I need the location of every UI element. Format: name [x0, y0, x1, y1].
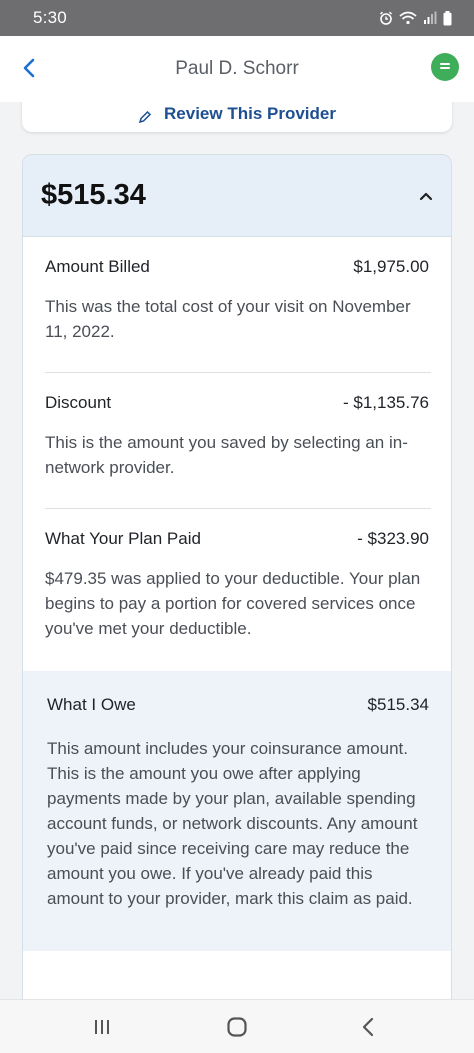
- claim-details-content[interactable]: Review This Provider $515.34 Amount Bill…: [0, 102, 474, 999]
- claim-summary-header[interactable]: $515.34: [23, 155, 451, 237]
- plan-paid-row: What Your Plan Paid - $323.90: [45, 529, 429, 549]
- amount-billed-section: Amount Billed $1,975.00 This was the tot…: [23, 237, 451, 372]
- app-header: Paul D. Schorr: [0, 36, 474, 102]
- chevron-up-icon[interactable]: [415, 185, 437, 207]
- amount-billed-value: $1,975.00: [353, 257, 429, 276]
- signal-icon: [424, 11, 437, 24]
- amount-billed-label: Amount Billed: [45, 257, 150, 276]
- nav-back-button[interactable]: [352, 1012, 384, 1042]
- claim-summary-card: $515.34 Amount Billed $1,975.00 This was…: [22, 154, 452, 999]
- home-icon: [227, 1017, 247, 1037]
- discount-value: - $1,135.76: [342, 393, 429, 412]
- plan-paid-section: What Your Plan Paid - $323.90 $479.35 wa…: [23, 509, 451, 671]
- home-button[interactable]: [219, 1012, 255, 1042]
- recent-apps-button[interactable]: [84, 1014, 120, 1040]
- plan-paid-description: $479.35 was applied to your deductible. …: [45, 569, 421, 638]
- recent-apps-icon: [95, 1020, 109, 1034]
- system-nav-bar: [0, 999, 474, 1053]
- wifi-icon: [399, 11, 417, 25]
- discount-section: Discount - $1,135.76 This is the amount …: [23, 373, 451, 508]
- review-provider-label: Review This Provider: [164, 104, 336, 123]
- amount-billed-row: Amount Billed $1,975.00: [45, 257, 429, 277]
- what-i-owe-label: What I Owe: [47, 695, 136, 714]
- status-icons: [379, 10, 452, 26]
- what-i-owe-value: $515.34: [367, 695, 429, 714]
- status-time: 5:30: [33, 8, 67, 27]
- discount-description: This is the amount you saved by selectin…: [45, 433, 408, 477]
- discount-row: Discount - $1,135.76: [45, 393, 429, 413]
- plan-paid-value: - $323.90: [357, 529, 429, 548]
- chat-button[interactable]: [431, 53, 459, 81]
- discount-label: Discount: [45, 393, 112, 412]
- chat-icon: [440, 63, 450, 69]
- plan-paid-label: What Your Plan Paid: [45, 529, 201, 548]
- nav-back-icon: [362, 1017, 374, 1037]
- battery-icon: [443, 10, 452, 25]
- page-title: Paul D. Schorr: [175, 58, 299, 79]
- back-arrow-icon: [23, 58, 35, 78]
- claim-total: $515.34: [41, 179, 146, 211]
- review-provider-link[interactable]: Review This Provider: [22, 102, 452, 132]
- what-i-owe-row: What I Owe $515.34: [47, 695, 429, 715]
- alarm-icon: [379, 11, 393, 25]
- amount-billed-description: This was the total cost of your visit on…: [45, 297, 411, 341]
- status-bar: 5:30: [0, 0, 474, 36]
- what-i-owe-description: This amount includes your coinsurance am…: [47, 739, 418, 908]
- pencil-icon: [138, 110, 152, 124]
- what-i-owe-section: What I Owe $515.34 This amount includes …: [23, 671, 451, 951]
- back-button[interactable]: [14, 53, 44, 83]
